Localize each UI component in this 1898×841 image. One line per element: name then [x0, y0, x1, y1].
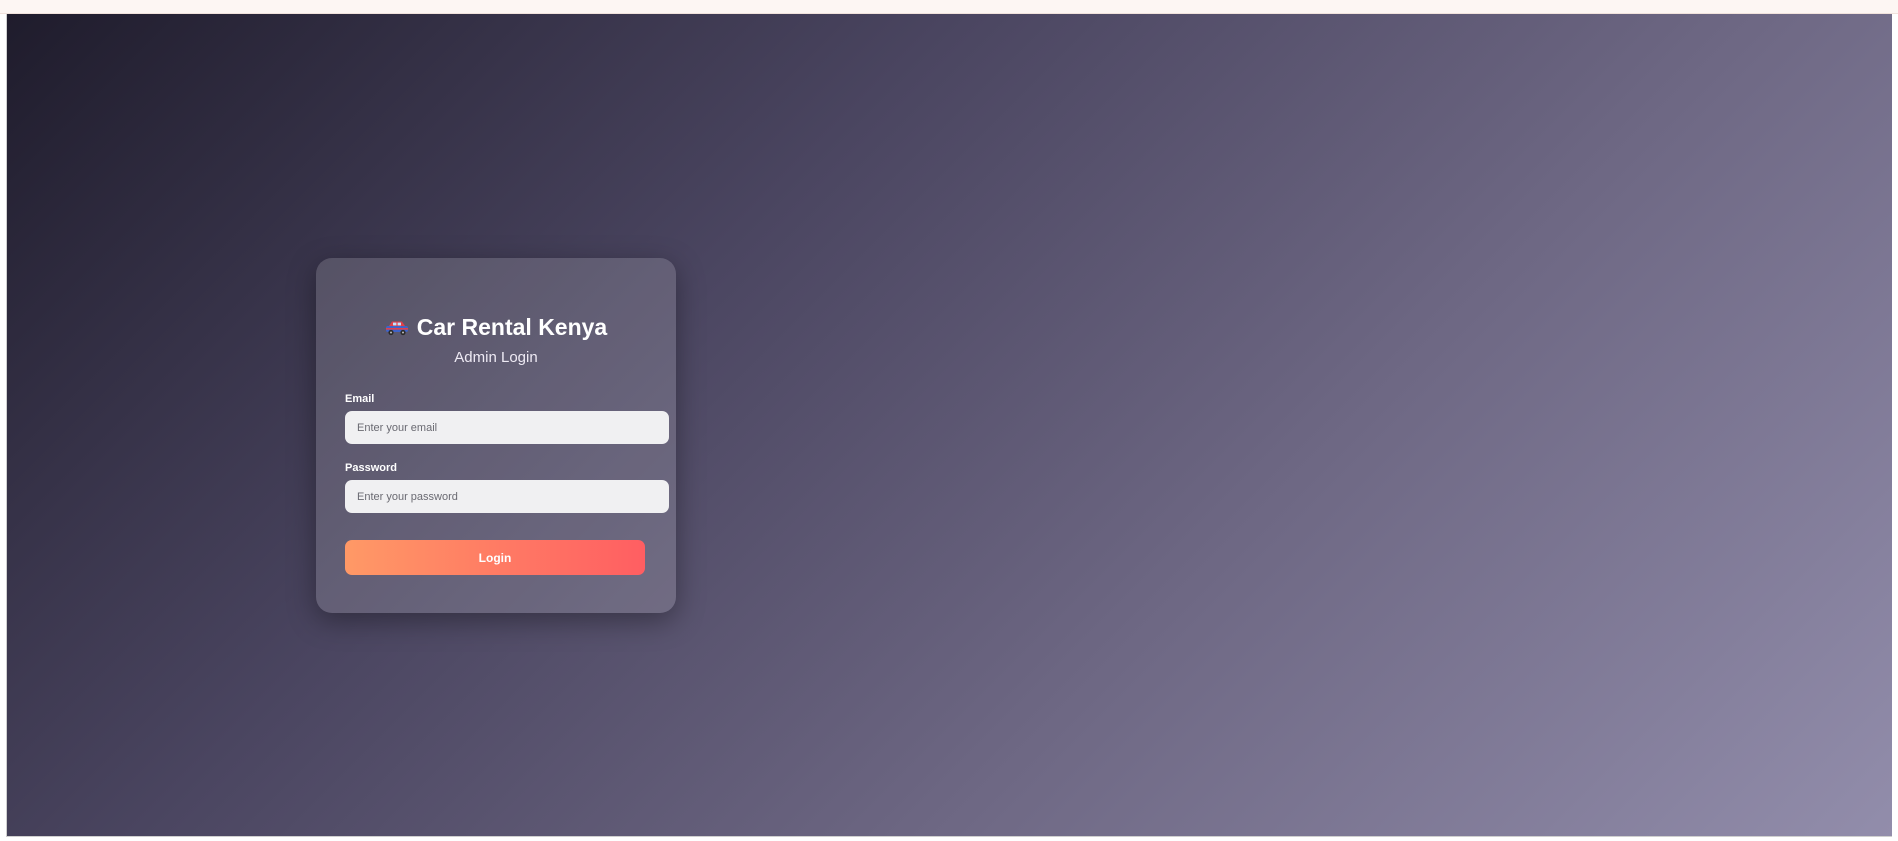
login-button[interactable]: Login — [345, 540, 645, 575]
page-background: Car Rental Kenya Admin Login Email Passw… — [6, 14, 1892, 837]
brand-title: Car Rental Kenya — [416, 314, 608, 340]
email-label: Email — [345, 393, 375, 405]
email-field[interactable] — [345, 411, 669, 444]
brand-heading: Car Rental Kenya — [345, 313, 647, 341]
password-label: Password — [345, 462, 397, 474]
car-icon — [385, 314, 409, 342]
password-field[interactable] — [345, 480, 669, 513]
browser-top-strip — [0, 0, 1898, 14]
page-subtitle: Admin Login — [454, 349, 538, 366]
login-card: Car Rental Kenya Admin Login Email Passw… — [316, 258, 676, 613]
